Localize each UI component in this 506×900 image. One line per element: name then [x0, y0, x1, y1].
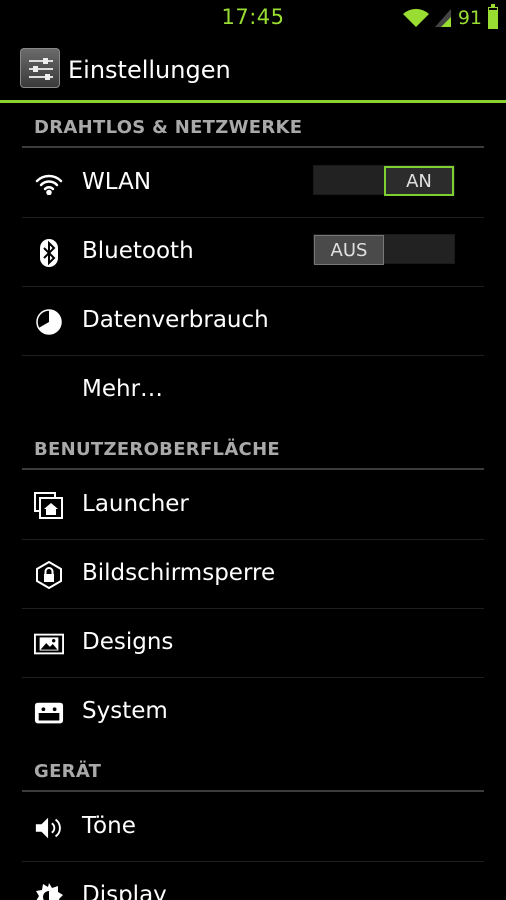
home-icon: [34, 492, 64, 520]
cell-signal-icon: [434, 9, 451, 27]
settings-item-label: Bluetooth: [82, 238, 194, 264]
settings-item-bluetooth[interactable]: Bluetooth AUS: [22, 218, 484, 287]
action-bar: Einstellungen: [0, 36, 506, 100]
android-icon: [34, 699, 64, 727]
settings-item-label: Display: [82, 882, 167, 900]
wifi-signal-icon: [402, 8, 429, 27]
settings-item-label: Launcher: [82, 491, 189, 517]
settings-item-lockscreen[interactable]: Bildschirmsperre: [22, 540, 484, 609]
settings-item-system[interactable]: System: [22, 678, 484, 747]
settings-screen: 17:45 91 Einstellungen DRAHTLOS & NETZWE…: [0, 0, 506, 900]
image-icon: [34, 630, 64, 658]
speaker-icon: [34, 814, 64, 842]
bluetooth-toggle[interactable]: AUS: [313, 234, 455, 265]
settings-item-sounds[interactable]: Töne: [22, 793, 484, 862]
section-header-device: GERÄT: [22, 748, 484, 792]
wlan-toggle-label: AN: [384, 166, 454, 196]
brightness-icon: [34, 883, 64, 900]
wifi-icon: [34, 170, 64, 198]
settings-item-label: Designs: [82, 629, 174, 655]
battery-fill: [489, 9, 497, 28]
settings-item-launcher[interactable]: Launcher: [22, 471, 484, 540]
section-header-ui: BENUTZEROBERFLÄCHE: [22, 426, 484, 470]
status-bar: 17:45 91: [0, 0, 506, 36]
settings-sliders-icon[interactable]: [20, 48, 60, 88]
pie-chart-icon: [34, 308, 64, 336]
page-title: Einstellungen: [68, 56, 231, 84]
battery-percent: 91: [457, 7, 482, 29]
settings-item-label: System: [82, 698, 168, 724]
section-header-label: DRAHTLOS & NETZWERKE: [34, 117, 303, 138]
settings-item-label: Datenverbrauch: [82, 307, 269, 333]
settings-item-display[interactable]: Display: [22, 862, 484, 900]
battery-icon: [488, 4, 498, 29]
section-header-wireless: DRAHTLOS & NETZWERKE: [22, 104, 484, 148]
settings-item-data-usage[interactable]: Datenverbrauch: [22, 287, 484, 356]
status-icons: 91: [402, 4, 498, 30]
settings-item-label: WLAN: [82, 169, 152, 195]
section-header-label: BENUTZEROBERFLÄCHE: [34, 439, 281, 460]
wlan-toggle[interactable]: AN: [313, 165, 455, 196]
settings-item-label: Bildschirmsperre: [82, 560, 276, 586]
section-header-label: GERÄT: [34, 761, 102, 782]
settings-item-more[interactable]: Mehr…: [22, 356, 484, 425]
bluetooth-icon: [34, 239, 64, 267]
settings-item-label: Töne: [82, 813, 136, 839]
settings-item-designs[interactable]: Designs: [22, 609, 484, 678]
settings-item-wlan[interactable]: WLAN AN: [22, 149, 484, 218]
settings-item-label: Mehr…: [82, 376, 164, 402]
bluetooth-toggle-label: AUS: [314, 235, 384, 265]
action-bar-divider: [0, 100, 506, 103]
lock-icon: [34, 561, 64, 589]
